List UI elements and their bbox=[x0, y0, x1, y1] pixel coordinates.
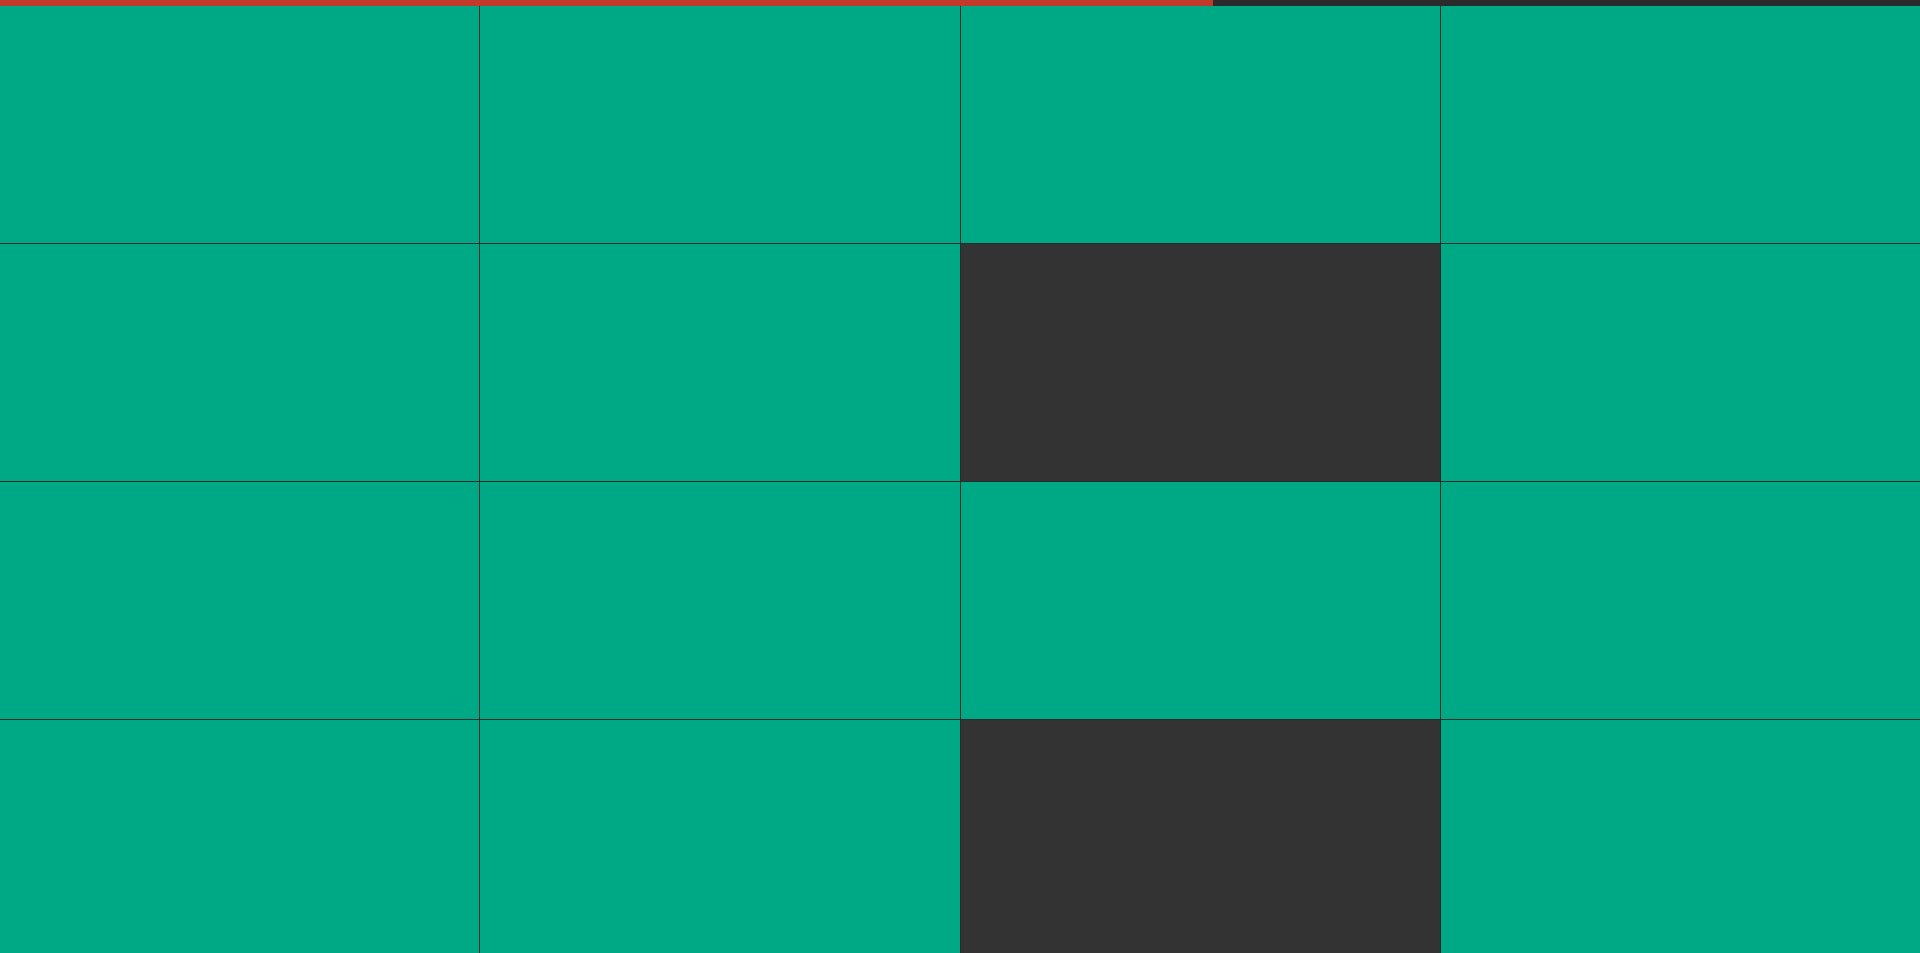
tile-r2-c2[interactable] bbox=[480, 244, 960, 481]
tile-r1-c3[interactable] bbox=[960, 6, 1440, 243]
tile-r3-c2[interactable] bbox=[480, 482, 960, 719]
tile-r1-c2[interactable] bbox=[480, 6, 960, 243]
tile-r1-c4[interactable] bbox=[1440, 6, 1920, 243]
tile-r3-c1[interactable] bbox=[0, 482, 480, 719]
tile-r4-c3[interactable] bbox=[960, 720, 1440, 953]
tile-r4-c1[interactable] bbox=[0, 720, 480, 953]
tile-r2-c1[interactable] bbox=[0, 244, 480, 481]
tile-r2-c3[interactable] bbox=[960, 244, 1440, 481]
tile-r1-c1[interactable] bbox=[0, 6, 480, 243]
tile-r3-c4[interactable] bbox=[1440, 482, 1920, 719]
tile-r4-c4[interactable] bbox=[1440, 720, 1920, 953]
tile-r4-c2[interactable] bbox=[480, 720, 960, 953]
tile-grid bbox=[0, 6, 1920, 953]
tile-r3-c3[interactable] bbox=[960, 482, 1440, 719]
tile-r2-c4[interactable] bbox=[1440, 244, 1920, 481]
